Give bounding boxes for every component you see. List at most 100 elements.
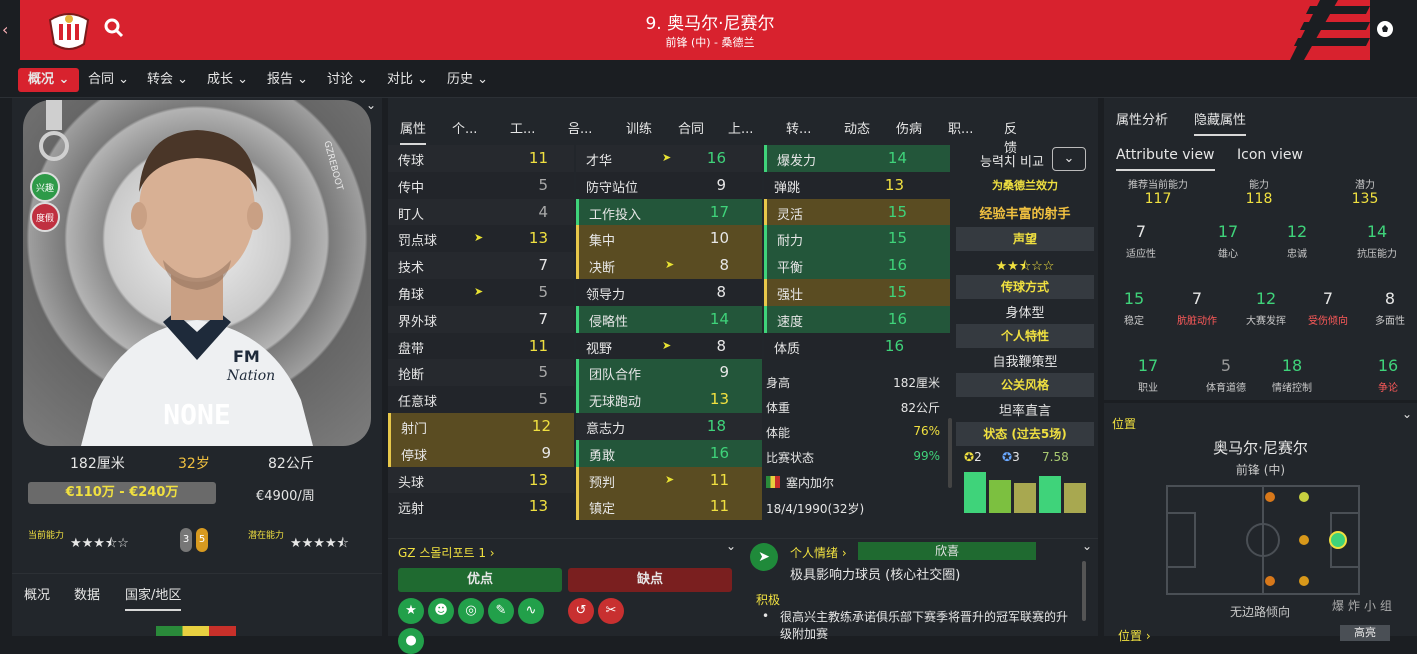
svg-text:FM: FM [233,347,260,366]
mood-label[interactable]: 个人情绪 › [790,544,847,561]
technical-row[interactable]: 传中 5 [388,171,574,199]
nav-reports[interactable]: 报告 ⌄ [257,68,318,92]
nav-compare[interactable]: 对比 ⌄ [377,68,438,92]
mental-value: 8 [719,256,729,275]
mental-row[interactable]: 视野 ➤ 8 [576,332,762,360]
technical-row[interactable]: 界外球 7 [388,305,574,333]
tab-stats[interactable]: 数据 [74,584,100,603]
mental-row[interactable]: 无球跑动 13 [576,386,762,414]
physical-row[interactable]: 平衡 16 [764,252,950,280]
back-arrow-icon[interactable]: ‹ [2,20,8,39]
attr-tab-6[interactable]: 上... [728,118,753,137]
attr-tab-3[interactable]: 음... [568,118,592,137]
physical-row[interactable]: 速度 16 [764,305,950,333]
nation-value[interactable]: 塞内加尔 [786,474,834,491]
physical-row[interactable]: 弹跳 13 [764,171,950,199]
technical-row[interactable]: 射门 12 [388,413,574,440]
pulse-strength-icon[interactable]: ∿ [518,598,544,624]
nav-contract[interactable]: 合同 ⌄ [78,68,139,92]
technical-row[interactable]: 技术 7 [388,252,574,280]
tab-hidden-attributes[interactable]: 隐藏属性 [1194,109,1247,136]
attr-tab-9[interactable]: 伤病 [896,118,922,137]
mental-row[interactable]: 侵略性 14 [576,305,762,333]
technical-row[interactable]: 罚点球 ➤ 13 [388,225,574,253]
medal-icon [38,100,70,162]
technical-row[interactable]: 远射 13 [388,493,574,521]
info-scrollbar[interactable] [948,418,952,488]
physical-row[interactable]: 爆发力 14 [764,145,950,172]
mental-row[interactable]: 勇敢 16 [576,439,762,467]
tab-attribute-analysis[interactable]: 属性分析 [1116,109,1168,128]
interest-badge[interactable]: 兴趣 [30,172,60,202]
mood-scrollbar[interactable] [1082,561,1086,621]
physical-row[interactable]: 耐力 15 [764,225,950,253]
tab-nation[interactable]: 国家/地区 [125,584,182,611]
target-strength-icon[interactable]: ◎ [458,598,484,624]
highlight-button[interactable]: 高亮 [1340,625,1390,641]
search-icon[interactable] [104,18,124,38]
nav-history[interactable]: 历史 ⌄ [437,68,498,92]
mental-row[interactable]: 意志力 18 [576,413,762,440]
nav-transfer[interactable]: 转会 ⌄ [137,68,198,92]
form-bar[interactable] [989,480,1011,513]
extra-strength-icon[interactable]: ● [398,628,424,654]
technical-row[interactable]: 角球 ➤ 5 [388,279,574,306]
mental-row[interactable]: 镇定 11 [576,493,762,521]
technical-row[interactable]: 停球 9 [388,439,574,467]
technical-name: 传中 [398,180,425,196]
physical-row[interactable]: 体质 16 [764,332,950,360]
mental-row[interactable]: 防守站位 9 [576,171,762,199]
chevron-down-icon[interactable]: ⌄ [1082,539,1092,553]
subtab-attribute-view[interactable]: Attribute view [1116,147,1215,171]
mental-row[interactable]: 工作投入 17 [576,198,762,226]
attr-tab-2[interactable]: 工... [510,118,535,137]
form-bar[interactable] [1039,476,1061,513]
mental-row[interactable]: 预判 ➤ 11 [576,466,762,494]
compare-dropdown-button[interactable]: ⌄ [1052,147,1086,171]
chevron-down-icon[interactable]: ⌄ [726,539,736,553]
technical-row[interactable]: 头球 13 [388,466,574,494]
club-crest-icon[interactable] [46,10,92,52]
attr-tab-5[interactable]: 合同 [678,118,704,137]
chevron-down-icon[interactable]: ⌄ [366,98,376,112]
attr-tab-4[interactable]: 训练 [626,118,652,137]
physical-row[interactable]: 灵活 15 [764,198,950,226]
chevron-down-icon[interactable]: ⌄ [1402,407,1412,421]
mental-row[interactable]: 集中 10 [576,225,762,253]
technical-row[interactable]: 盘带 11 [388,332,574,360]
attr-tab-1[interactable]: 个... [452,118,477,137]
ball-icon[interactable] [1376,20,1394,38]
physical-row[interactable]: 强壮 15 [764,279,950,306]
technical-row[interactable]: 任意球 5 [388,386,574,414]
pass-weakness-icon[interactable]: ↺ [568,598,594,624]
holiday-badge[interactable]: 度假 [30,202,60,232]
attr-tab-8[interactable]: 动态 [844,118,870,137]
attr-tab-7[interactable]: 转... [786,118,811,137]
tab-overview[interactable]: 概况 [24,584,50,603]
attr-tab-0[interactable]: 属性 [400,118,427,145]
nav-discuss[interactable]: 讨论 ⌄ [317,68,378,92]
nav-overview[interactable]: 概况 ⌄ [18,68,80,92]
technical-row[interactable]: 抢断 5 [388,359,574,387]
technical-row[interactable]: 传球 11 [388,145,574,172]
form-bar[interactable] [964,472,986,513]
mental-row[interactable]: 才华 ➤ 16 [576,145,762,172]
attr-tab-10[interactable]: 职... [948,118,973,137]
hidden-attribute-value: 17 [1137,356,1159,375]
tackle-weakness-icon[interactable]: ✂ [598,598,624,624]
hidden-attribute: 14 抗压能力 [1346,222,1408,260]
ability-summary-label: 能力 [1249,180,1269,191]
mental-value: 10 [709,229,729,248]
subtab-icon-view[interactable]: Icon view [1237,147,1303,163]
nav-development[interactable]: 成长 ⌄ [197,68,258,92]
mental-row[interactable]: 决断 ➤ 8 [576,252,762,280]
star-strength-icon[interactable]: ★ [398,598,424,624]
boot-strength-icon[interactable]: ✎ [488,598,514,624]
brain-strength-icon[interactable]: ☻ [428,598,454,624]
mental-row[interactable]: 领导力 8 [576,279,762,306]
strengths-header[interactable]: GZ 스몰리포트 1 › [398,544,495,561]
technical-row[interactable]: 盯人 4 [388,198,574,226]
mental-row[interactable]: 团队合作 9 [576,359,762,387]
form-bar[interactable] [1014,483,1036,513]
form-bar[interactable] [1064,483,1086,513]
